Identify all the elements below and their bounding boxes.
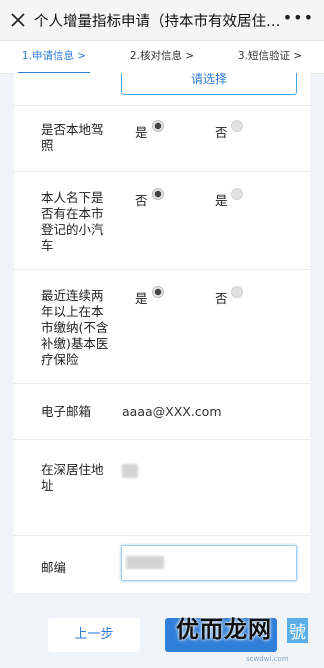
page-title: 个人增量指标申请（持本市有效居住证的…	[34, 14, 284, 30]
form-row-address: 在深居住地址	[14, 439, 310, 536]
local-license-label: 是否本地驾照	[41, 122, 104, 153]
form-row-medical-insurance: 最近连续两年以上在本市缴纳(不含补缴)基本医疗保险 是 否	[14, 269, 310, 384]
form-row-own-car: 本人名下是否有在本市登记的小汽车 否 是	[14, 171, 310, 270]
form-row-email: 电子邮箱 aaaa@XXX.com	[14, 383, 310, 440]
step-apply-info[interactable]: 1.申请信息 >	[0, 41, 108, 74]
email-label: 电子邮箱	[41, 404, 92, 419]
own-car-radio-no[interactable]	[152, 188, 164, 200]
step-tabs: 1.申请信息 > 2.核对信息 > 3.短信验证 >	[0, 41, 324, 74]
step-verify-info[interactable]: 2.核对信息 >	[108, 41, 216, 73]
own-car-radio-yes[interactable]	[231, 188, 243, 200]
zip-value-redacted	[126, 556, 164, 569]
form-card: 请选择 是否本地驾照 是 否 本人名下是否有在本市登记的小汽车 否 是 最近连续…	[14, 73, 310, 593]
own-car-option-yes: 是	[215, 193, 228, 208]
insurance-radio-yes[interactable]	[152, 286, 164, 298]
local-license-radio-yes[interactable]	[152, 120, 164, 132]
medical-insurance-label: 最近连续两年以上在本市缴纳(不含补缴)基本医疗保险	[41, 288, 109, 367]
prev-step-button[interactable]: 上一步	[48, 618, 140, 652]
zip-label: 邮编	[41, 560, 67, 575]
insurance-radio-no[interactable]	[231, 286, 243, 298]
select-button[interactable]: 请选择	[121, 73, 297, 95]
local-license-option-no: 否	[215, 125, 228, 140]
insurance-option-no: 否	[215, 291, 228, 306]
email-value[interactable]: aaaa@XXX.com	[122, 404, 222, 419]
local-license-option-yes: 是	[135, 125, 148, 140]
address-value-redacted[interactable]	[122, 464, 138, 478]
form-row-local-license: 是否本地驾照 是 否	[14, 105, 310, 172]
own-car-option-no: 否	[135, 193, 148, 208]
own-car-label: 本人名下是否有在本市登记的小汽车	[41, 190, 104, 253]
watermark-text: 优而龙网	[176, 616, 272, 643]
watermark-badge: 號	[287, 618, 308, 643]
address-label: 在深居住地址	[41, 462, 104, 493]
step-sms-verify[interactable]: 3.短信验证 >	[216, 41, 324, 73]
more-menu-icon[interactable]: •••	[283, 8, 314, 27]
zip-input[interactable]	[121, 545, 297, 581]
close-icon[interactable]	[8, 10, 28, 30]
insurance-option-yes: 是	[135, 291, 148, 306]
local-license-radio-no[interactable]	[231, 120, 243, 132]
title-bar: 个人增量指标申请（持本市有效居住证的… •••	[0, 0, 324, 41]
watermark-domain: scwdwl.com	[246, 655, 289, 663]
